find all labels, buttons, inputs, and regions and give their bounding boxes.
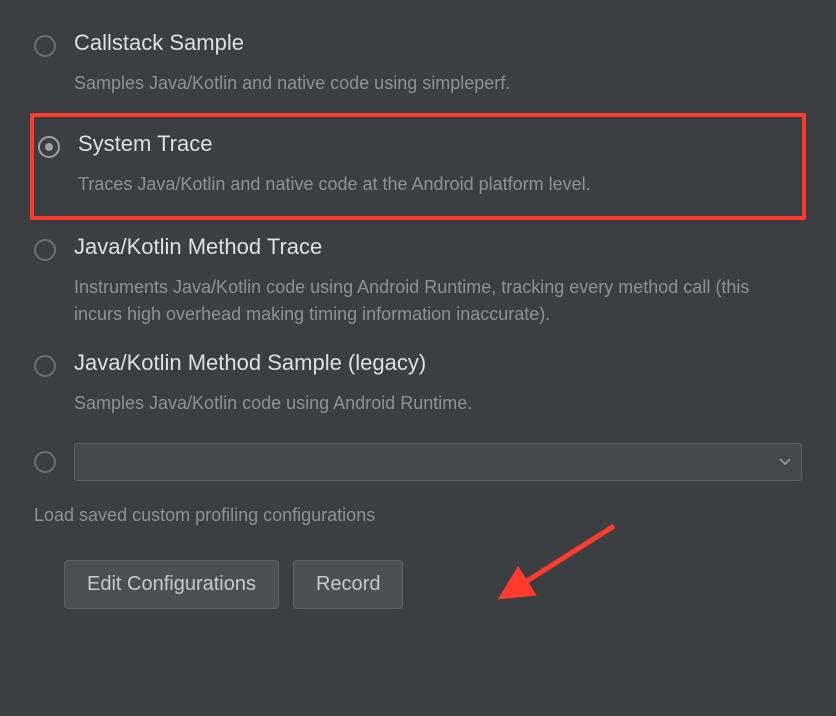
option-desc: Instruments Java/Kotlin code using Andro… bbox=[74, 274, 802, 328]
option-callstack-sample[interactable]: Callstack Sample Samples Java/Kotlin and… bbox=[30, 20, 806, 109]
option-desc: Samples Java/Kotlin code using Android R… bbox=[74, 390, 802, 417]
radio-system-trace[interactable] bbox=[38, 136, 60, 158]
radio-java-kotlin-method-sample[interactable] bbox=[34, 355, 56, 377]
option-desc: Samples Java/Kotlin and native code usin… bbox=[74, 70, 802, 97]
option-desc: Traces Java/Kotlin and native code at th… bbox=[78, 171, 798, 198]
edit-configurations-button[interactable]: Edit Configurations bbox=[64, 560, 279, 609]
option-java-kotlin-method-trace[interactable]: Java/Kotlin Method Trace Instruments Jav… bbox=[30, 224, 806, 340]
option-text: Java/Kotlin Method Sample (legacy) Sampl… bbox=[74, 350, 802, 417]
radio-dot-icon bbox=[45, 143, 53, 151]
chevron-down-icon bbox=[779, 453, 791, 471]
radio-callstack-sample[interactable] bbox=[34, 35, 56, 57]
option-title: System Trace bbox=[78, 131, 798, 157]
record-button[interactable]: Record bbox=[293, 560, 403, 609]
option-java-kotlin-method-sample[interactable]: Java/Kotlin Method Sample (legacy) Sampl… bbox=[30, 340, 806, 429]
option-text: Callstack Sample Samples Java/Kotlin and… bbox=[74, 30, 802, 97]
option-title: Java/Kotlin Method Trace bbox=[74, 234, 802, 260]
option-title: Java/Kotlin Method Sample (legacy) bbox=[74, 350, 802, 376]
custom-config-dropdown[interactable] bbox=[74, 443, 802, 481]
option-text: System Trace Traces Java/Kotlin and nati… bbox=[78, 131, 798, 198]
radio-java-kotlin-method-trace[interactable] bbox=[34, 239, 56, 261]
option-system-trace[interactable]: System Trace Traces Java/Kotlin and nati… bbox=[30, 113, 806, 220]
option-text: Java/Kotlin Method Trace Instruments Jav… bbox=[74, 234, 802, 328]
help-text: Load saved custom profiling configuratio… bbox=[34, 505, 806, 526]
button-row: Edit Configurations Record bbox=[64, 560, 806, 609]
radio-custom-config[interactable] bbox=[34, 451, 56, 473]
annotation-arrow-icon bbox=[494, 516, 634, 606]
custom-config-row bbox=[30, 435, 806, 489]
option-title: Callstack Sample bbox=[74, 30, 802, 56]
